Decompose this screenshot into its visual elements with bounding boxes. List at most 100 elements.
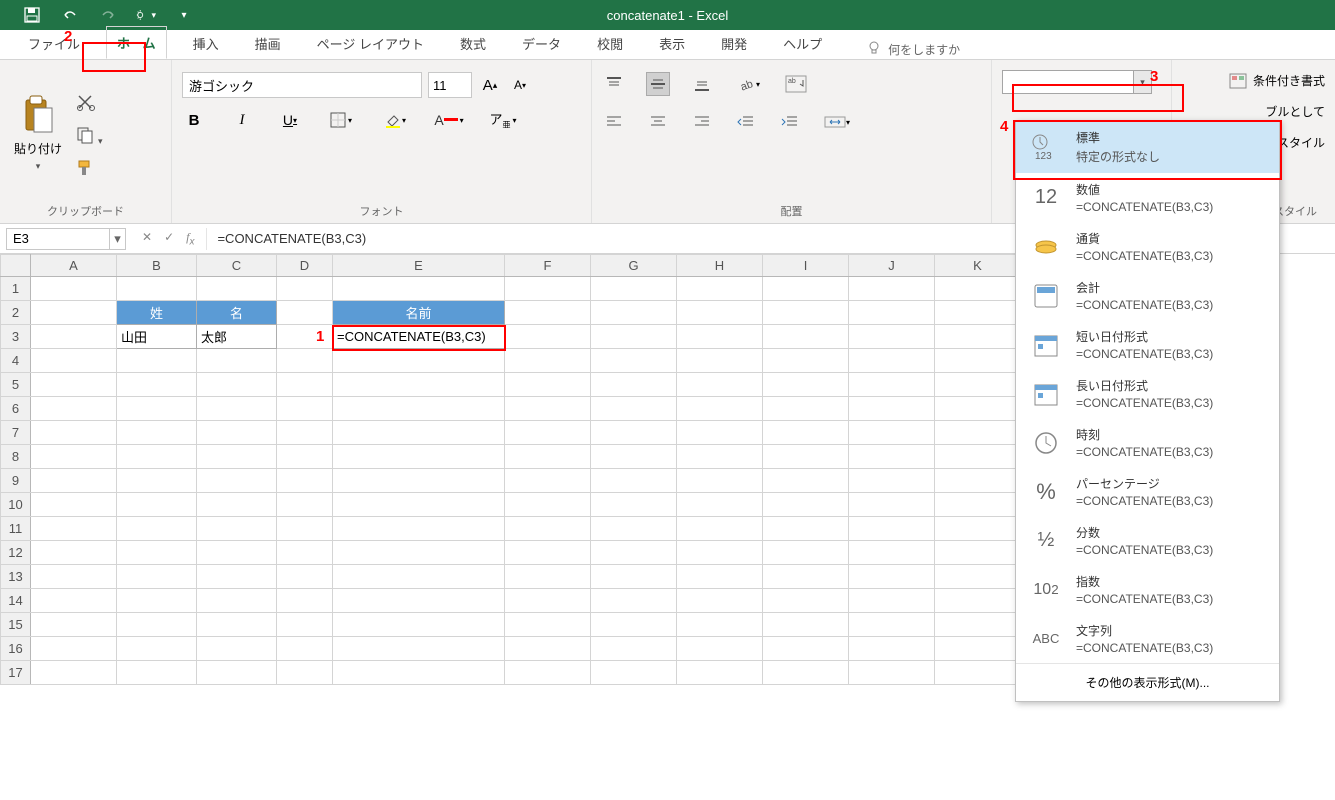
tell-me[interactable]: 何をしますか — [866, 40, 960, 59]
tab-review[interactable]: 校閲 — [587, 28, 633, 59]
col-header[interactable]: A — [31, 255, 117, 277]
col-header[interactable]: E — [333, 255, 505, 277]
row-header[interactable]: 17 — [1, 661, 31, 685]
numfmt-item-general[interactable]: 123 標準特定の形式なし — [1016, 121, 1279, 173]
tab-help[interactable]: ヘルプ — [773, 28, 832, 59]
group-label-font: フォント — [182, 200, 581, 223]
row-header[interactable]: 11 — [1, 517, 31, 541]
row-header[interactable]: 3 — [1, 325, 31, 349]
name-box[interactable]: E3 ▾ — [6, 228, 126, 250]
row-header[interactable]: 14 — [1, 589, 31, 613]
numfmt-more-formats[interactable]: その他の表示形式(M)... — [1016, 663, 1279, 701]
align-middle-button[interactable] — [646, 72, 670, 96]
align-center-button[interactable] — [646, 110, 670, 134]
touch-mode-icon[interactable]: ▾ — [136, 5, 156, 25]
row-header[interactable]: 4 — [1, 349, 31, 373]
select-all-corner[interactable] — [1, 255, 31, 277]
numfmt-item-time[interactable]: 時刻=CONCATENATE(B3,C3) — [1016, 418, 1279, 467]
col-header[interactable]: K — [935, 255, 1021, 277]
qat-customize-icon[interactable]: ▾ — [174, 5, 194, 25]
name-box-dropdown-icon[interactable]: ▾ — [109, 229, 125, 249]
decrease-font-button[interactable]: A▾ — [508, 73, 532, 97]
numfmt-item-text[interactable]: ABC 文字列=CONCATENATE(B3,C3) — [1016, 614, 1279, 663]
col-header[interactable]: I — [763, 255, 849, 277]
numfmt-item-number[interactable]: 12 数値=CONCATENATE(B3,C3) — [1016, 173, 1279, 222]
row-header[interactable]: 6 — [1, 397, 31, 421]
fill-color-button[interactable]: ▾ — [380, 108, 410, 132]
save-icon[interactable] — [22, 5, 42, 25]
number-format-combo[interactable]: ▾ — [1002, 70, 1152, 94]
row-header[interactable]: 5 — [1, 373, 31, 397]
conditional-formatting-button[interactable]: 条件付き書式 — [1229, 72, 1325, 89]
col-header[interactable]: C — [197, 255, 277, 277]
undo-icon[interactable] — [60, 5, 80, 25]
underline-button[interactable]: U ▾ — [278, 108, 302, 132]
font-color-button[interactable]: A▾ — [434, 108, 464, 132]
format-painter-button[interactable] — [76, 159, 103, 180]
tab-formulas[interactable]: 数式 — [450, 28, 496, 59]
tab-page-layout[interactable]: ページ レイアウト — [307, 28, 434, 59]
increase-indent-button[interactable] — [778, 110, 802, 134]
row-header[interactable]: 1 — [1, 277, 31, 301]
col-header[interactable]: J — [849, 255, 935, 277]
tab-insert[interactable]: 挿入 — [183, 28, 229, 59]
cell-E3[interactable]: =CONCATENATE(B3,C3) — [333, 325, 505, 349]
numfmt-item-scientific[interactable]: 102 指数=CONCATENATE(B3,C3) — [1016, 565, 1279, 614]
redo-icon[interactable] — [98, 5, 118, 25]
numfmt-item-percentage[interactable]: % パーセンテージ=CONCATENATE(B3,C3) — [1016, 467, 1279, 516]
row-header[interactable]: 9 — [1, 469, 31, 493]
tab-view[interactable]: 表示 — [649, 28, 695, 59]
cell-C2[interactable]: 名 — [197, 301, 277, 325]
merge-center-button[interactable]: ▾ — [822, 110, 852, 134]
cancel-formula-button[interactable]: ✕ — [142, 230, 152, 247]
enter-formula-button[interactable]: ✓ — [164, 230, 174, 247]
wrap-text-button[interactable]: ab — [784, 72, 808, 96]
numfmt-item-currency[interactable]: 通貨=CONCATENATE(B3,C3) — [1016, 222, 1279, 271]
font-size-combo[interactable] — [428, 72, 472, 98]
borders-button[interactable]: ▾ — [326, 108, 356, 132]
phonetic-button[interactable]: ア亜▾ — [488, 108, 518, 132]
bold-button[interactable]: B — [182, 108, 206, 132]
italic-button[interactable]: I — [230, 108, 254, 132]
insert-function-button[interactable]: fx — [186, 230, 194, 247]
increase-font-button[interactable]: A▴ — [478, 73, 502, 97]
cell-B3[interactable]: 山田 — [117, 325, 197, 349]
row-header[interactable]: 13 — [1, 565, 31, 589]
align-left-button[interactable] — [602, 110, 626, 134]
numfmt-item-short-date[interactable]: 短い日付形式=CONCATENATE(B3,C3) — [1016, 320, 1279, 369]
cell-B2[interactable]: 姓 — [117, 301, 197, 325]
col-header[interactable]: F — [505, 255, 591, 277]
row-header[interactable]: 2 — [1, 301, 31, 325]
copy-button[interactable]: ▾ — [76, 126, 103, 147]
numfmt-item-accounting[interactable]: 会計=CONCATENATE(B3,C3) — [1016, 271, 1279, 320]
align-top-button[interactable] — [602, 72, 626, 96]
tab-draw[interactable]: 描画 — [245, 28, 291, 59]
tab-file[interactable]: ファイル — [18, 28, 90, 59]
orientation-button[interactable]: ab▾ — [734, 72, 764, 96]
row-header[interactable]: 16 — [1, 637, 31, 661]
numfmt-item-fraction[interactable]: ½ 分数=CONCATENATE(B3,C3) — [1016, 516, 1279, 565]
numfmt-item-long-date[interactable]: 長い日付形式=CONCATENATE(B3,C3) — [1016, 369, 1279, 418]
tab-data[interactable]: データ — [512, 28, 571, 59]
cell-E2[interactable]: 名前 — [333, 301, 505, 325]
tab-developer[interactable]: 開発 — [711, 28, 757, 59]
format-as-table-button[interactable]: ブルとして — [1265, 103, 1325, 120]
col-header[interactable]: H — [677, 255, 763, 277]
row-header[interactable]: 12 — [1, 541, 31, 565]
tab-home[interactable]: ホーム — [106, 26, 167, 59]
col-header[interactable]: D — [277, 255, 333, 277]
row-header[interactable]: 7 — [1, 421, 31, 445]
row-header[interactable]: 8 — [1, 445, 31, 469]
align-right-button[interactable] — [690, 110, 714, 134]
align-bottom-button[interactable] — [690, 72, 714, 96]
cut-button[interactable] — [76, 93, 103, 114]
font-name-combo[interactable] — [182, 72, 422, 98]
decrease-indent-button[interactable] — [734, 110, 758, 134]
number-format-dropdown-icon[interactable]: ▾ — [1133, 71, 1151, 93]
col-header[interactable]: G — [591, 255, 677, 277]
col-header[interactable]: B — [117, 255, 197, 277]
cell-C3[interactable]: 太郎 — [197, 325, 277, 349]
paste-button[interactable]: 貼り付け ▾ — [10, 90, 66, 176]
row-header[interactable]: 15 — [1, 613, 31, 637]
row-header[interactable]: 10 — [1, 493, 31, 517]
